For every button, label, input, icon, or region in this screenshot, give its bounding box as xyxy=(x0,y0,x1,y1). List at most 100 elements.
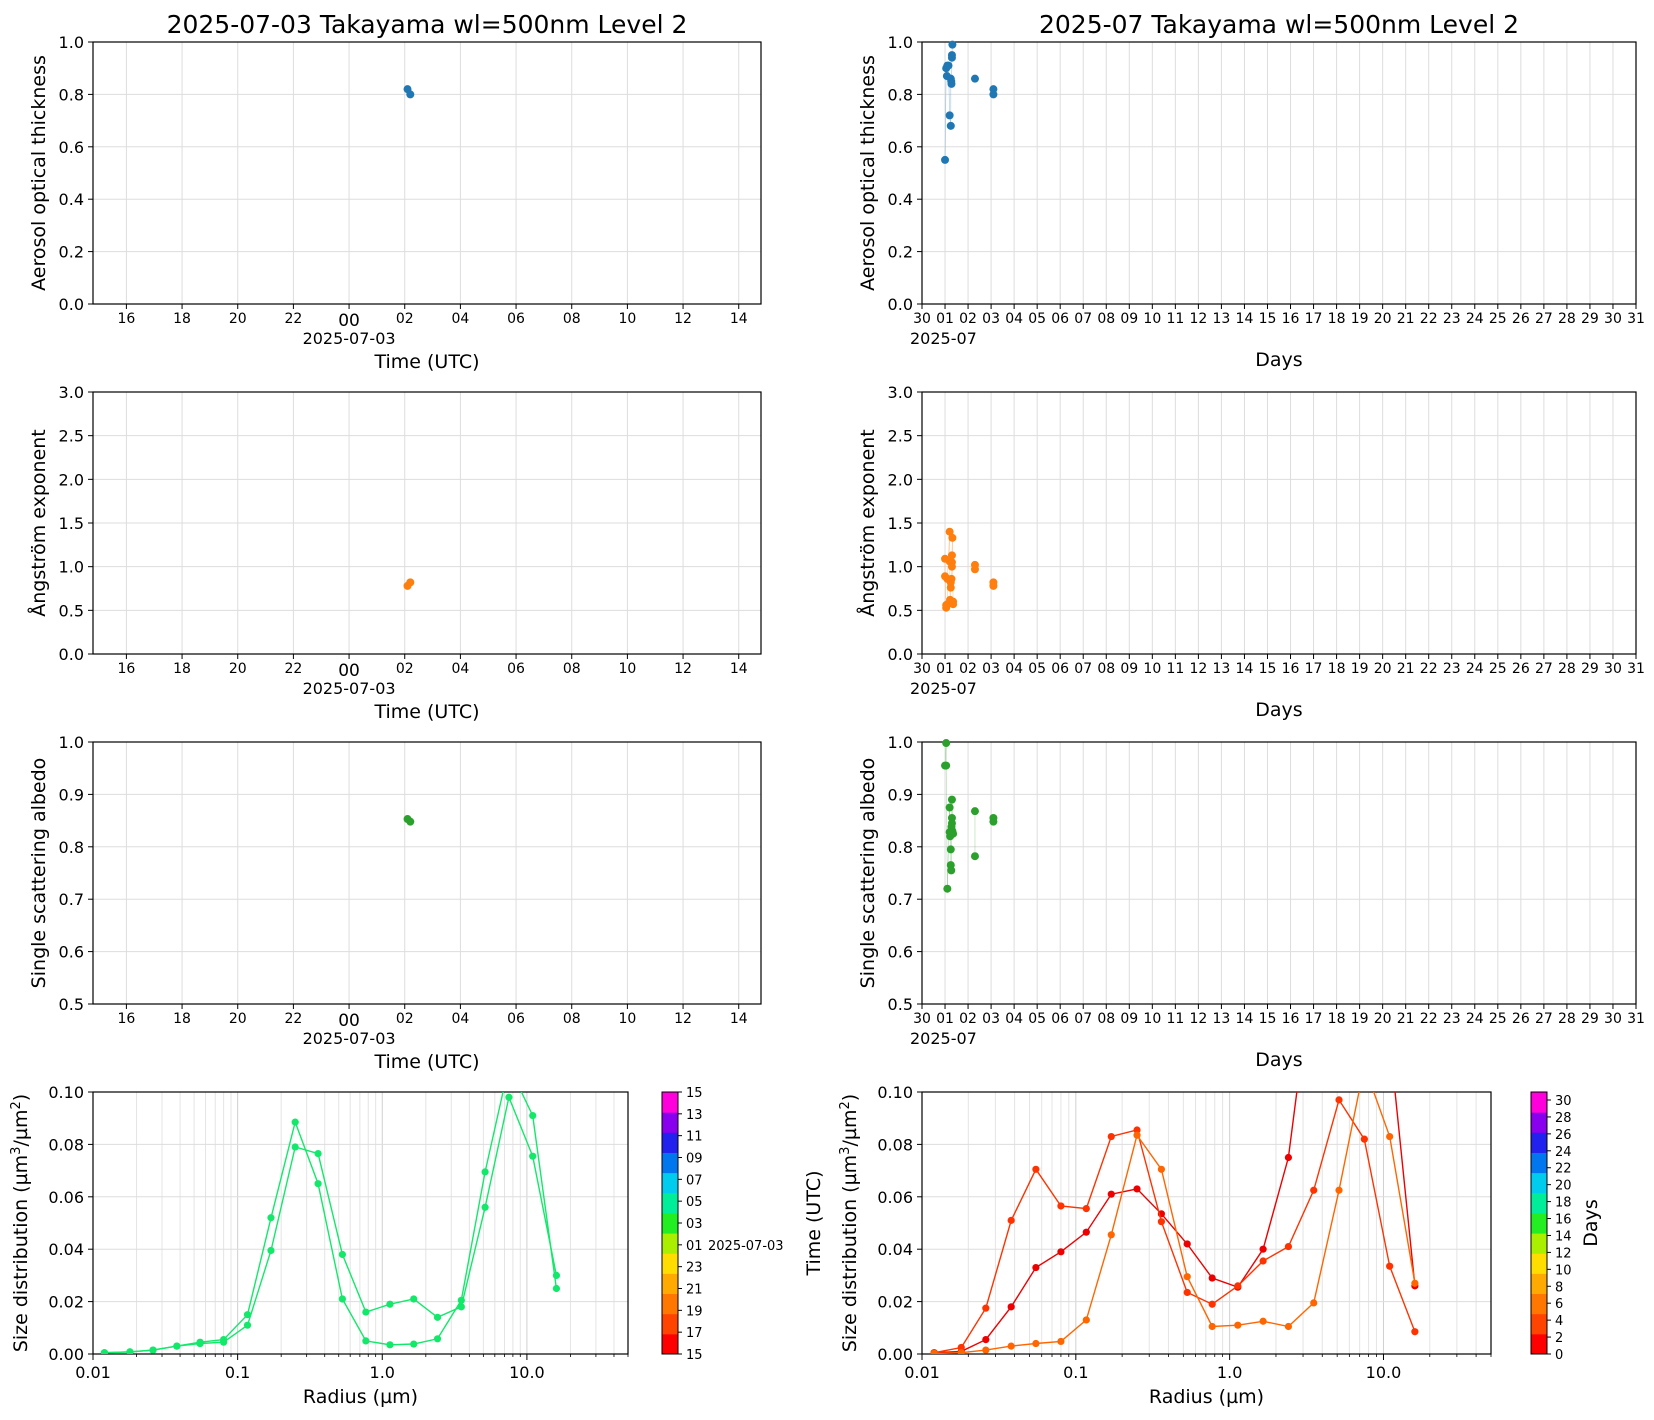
data-point xyxy=(947,558,956,567)
colorbar-tick-label: 17 xyxy=(686,1326,703,1341)
y-axis-label: Aerosol optical thickness xyxy=(857,55,879,291)
colorbar-tick-label: 26 xyxy=(1555,1128,1572,1143)
x-tick-label: 24 xyxy=(1466,1011,1484,1027)
x-tick-label: 14 xyxy=(730,661,748,677)
data-point xyxy=(1335,1096,1343,1104)
x-tick-label: 03 xyxy=(982,661,1000,677)
colorbar-segment xyxy=(1531,1333,1547,1355)
y-tick-label: 0.6 xyxy=(888,138,913,157)
x-tick-label: 27 xyxy=(1535,311,1553,327)
x-tick-label: 12 xyxy=(674,1011,692,1027)
x-tick-label: 11 xyxy=(1166,661,1184,677)
y-tick-label: 3.0 xyxy=(59,383,84,402)
data-point xyxy=(1310,1299,1318,1307)
data-point xyxy=(481,1203,489,1211)
y-tick-label: 2.0 xyxy=(888,470,913,489)
y-tick-label: 1.0 xyxy=(59,558,84,577)
data-point xyxy=(196,1339,204,1348)
y-tick-label: 0.00 xyxy=(877,1345,913,1364)
data-point xyxy=(947,574,956,583)
colorbar-segment xyxy=(1531,1233,1547,1254)
colorbar-segment xyxy=(662,1212,678,1234)
x-tick-label: 12 xyxy=(1189,1011,1207,1027)
x-tick-label: 22 xyxy=(1420,1011,1438,1027)
x-tick-label: 22 xyxy=(1420,661,1438,677)
x-axis-label: Time (UTC) xyxy=(373,701,479,723)
x-tick-label: 20 xyxy=(1374,311,1392,327)
data-point xyxy=(1208,1322,1216,1331)
x-tick-label: 02 xyxy=(396,1011,414,1027)
colorbar-tick-label: 6 xyxy=(1555,1297,1563,1312)
x-tick-label: 08 xyxy=(1097,311,1115,327)
x-tick-label: 07 xyxy=(1074,311,1092,327)
data-point xyxy=(970,74,979,83)
x-tick-label: 10 xyxy=(618,661,636,677)
data-point xyxy=(943,884,952,893)
x-tick-label: 09 xyxy=(1120,311,1138,327)
data-point xyxy=(406,90,415,99)
data-point xyxy=(220,1338,228,1346)
data-point xyxy=(970,852,979,861)
y-tick-label: 0.5 xyxy=(888,601,913,620)
x-tick-label: 22 xyxy=(284,311,302,327)
colorbar-tick-label: 21 xyxy=(686,1283,703,1298)
data-point xyxy=(1032,1165,1040,1173)
y-tick-label: 0.0 xyxy=(59,645,84,664)
x-tick-label: 00 xyxy=(338,1011,360,1031)
x-tick-label: 26 xyxy=(1512,661,1530,677)
x-tick-label: 28 xyxy=(1558,1011,1576,1027)
data-point xyxy=(946,121,955,130)
colorbar-tick-label: 15 xyxy=(686,1348,703,1363)
y-tick-label: 0.4 xyxy=(59,190,84,209)
x-tick-label: 27 xyxy=(1535,661,1553,677)
data-point xyxy=(944,61,953,70)
data-point xyxy=(481,1168,489,1176)
x-tick-label: 08 xyxy=(1097,1011,1115,1027)
x-tick-label: 05 xyxy=(1028,661,1046,677)
colorbar-segment xyxy=(1531,1152,1547,1174)
data-point xyxy=(338,1250,346,1259)
x-tick-label: 26 xyxy=(1512,311,1530,327)
y-tick-label: 0.02 xyxy=(877,1293,913,1312)
x-tick-label: 21 xyxy=(1397,311,1415,327)
y-axis-label-part: /µm xyxy=(10,1110,32,1147)
x-axis-label: Days xyxy=(1255,349,1302,371)
data-point xyxy=(314,1180,322,1188)
x-axis-label: Radius (µm) xyxy=(303,1386,418,1408)
y-axis-label-part: ) xyxy=(839,1094,861,1101)
y-axis-label-superscript: 3 xyxy=(9,1147,24,1155)
data-point xyxy=(1259,1317,1267,1325)
x-tick-label: 24 xyxy=(1466,311,1484,327)
x-tick-label: 25 xyxy=(1489,1011,1507,1027)
data-point xyxy=(1208,1274,1216,1282)
colorbar-date-label: 2025-07-03 xyxy=(708,1239,784,1254)
x-tick-label: 04 xyxy=(451,311,469,327)
y-tick-label: 0.2 xyxy=(59,243,84,262)
data-point xyxy=(948,533,957,542)
x-tick-label: 17 xyxy=(1305,661,1323,677)
x-tick-label: 29 xyxy=(1581,661,1599,677)
x-tick-label: 16 xyxy=(117,1011,135,1027)
data-point xyxy=(989,578,998,587)
colorbar-segment xyxy=(662,1192,678,1214)
data-point xyxy=(947,51,956,60)
x-tick-label: 16 xyxy=(1282,311,1300,327)
x-tick-label: 01 xyxy=(936,311,954,327)
colorbar-segment xyxy=(662,1253,678,1274)
colorbar-label: Time (UTC) xyxy=(803,1170,825,1276)
chart-title: 2025-07 Takayama wl=500nm Level 2 xyxy=(1039,10,1519,39)
x-tick-label: 16 xyxy=(117,311,135,327)
x-tick-label: 28 xyxy=(1558,661,1576,677)
data-point xyxy=(1284,1242,1293,1251)
data-point xyxy=(1107,1231,1115,1239)
y-tick-label: 1.5 xyxy=(888,514,913,533)
x-tick-label: 27 xyxy=(1535,1011,1553,1027)
x-tick-label: 14 xyxy=(1236,661,1254,677)
data-point xyxy=(1183,1240,1191,1248)
y-tick-label: 0.5 xyxy=(59,995,84,1014)
colorbar-tick-label: 8 xyxy=(1555,1280,1563,1295)
colorbar-tick-label: 10 xyxy=(1555,1263,1572,1278)
x-tick-label: 07 xyxy=(1074,661,1092,677)
colorbar-tick-label: 20 xyxy=(1555,1179,1572,1194)
data-point xyxy=(552,1271,561,1279)
